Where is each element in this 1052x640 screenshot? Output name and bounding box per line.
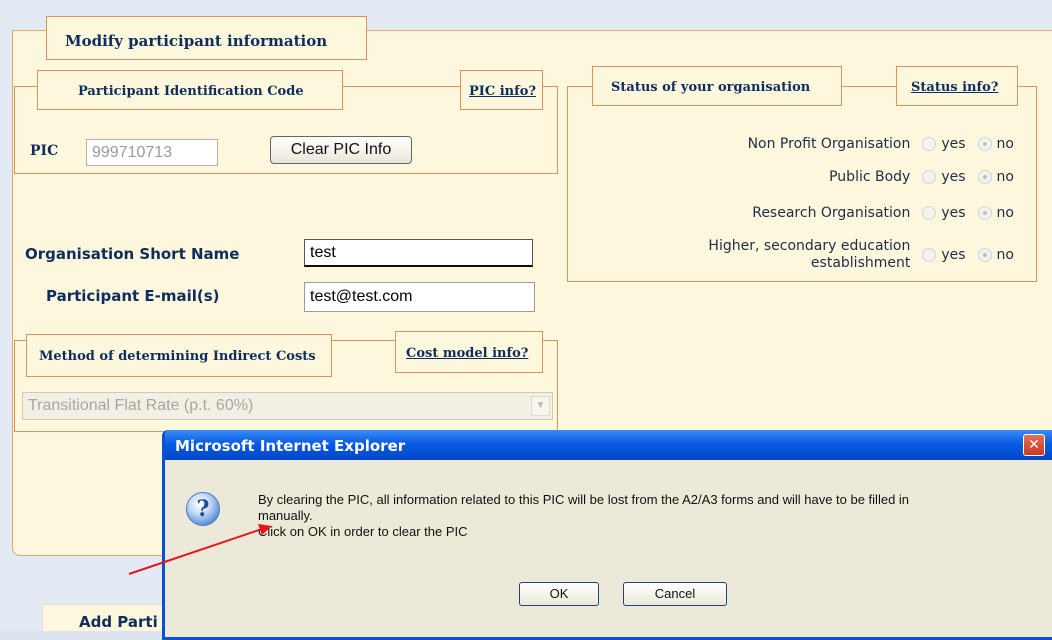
red-arrow-annotation bbox=[128, 524, 272, 575]
